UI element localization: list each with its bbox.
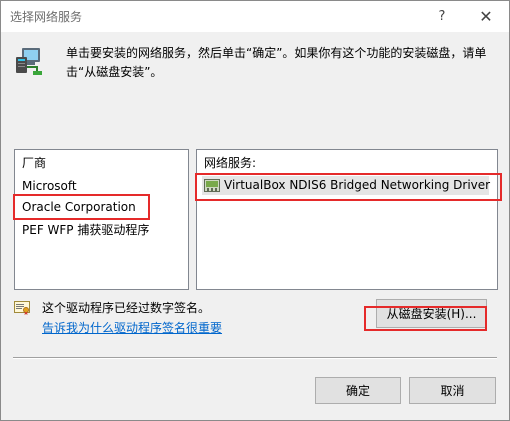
network-service-list-header: 网络服务: bbox=[204, 156, 257, 170]
manufacturer-list-header: 厂商 bbox=[22, 156, 47, 170]
signature-info-link[interactable]: 告诉我为什么驱动程序签名很重要 bbox=[42, 319, 222, 336]
help-button[interactable]: ? bbox=[419, 1, 465, 31]
select-network-service-dialog: 选择网络服务 ? ✕ 单击要安装的网络服务，然后单击“确定”。如果你有这个功能的… bbox=[0, 0, 510, 421]
title-bar: 选择网络服务 ? ✕ bbox=[1, 1, 509, 31]
network-adapter-icon bbox=[16, 48, 42, 75]
manufacturer-item-microsoft[interactable]: Microsoft bbox=[22, 179, 77, 193]
manufacturer-item-pef-wfp[interactable]: PEF WFP 捕获驱动程序 bbox=[22, 221, 149, 238]
highlight-box-service bbox=[195, 173, 502, 201]
dialog-divider bbox=[13, 357, 497, 359]
highlight-box-have-disk bbox=[364, 306, 487, 331]
network-service-list[interactable]: 网络服务: VirtualBox NDIS6 Bridged Networkin… bbox=[196, 149, 498, 290]
cancel-button[interactable]: 取消 bbox=[409, 377, 496, 404]
close-button[interactable]: ✕ bbox=[463, 1, 509, 31]
certificate-icon bbox=[14, 301, 30, 315]
ok-button[interactable]: 确定 bbox=[315, 377, 401, 404]
title-separator bbox=[1, 31, 509, 32]
window-title: 选择网络服务 bbox=[10, 10, 83, 24]
highlight-box-oracle bbox=[13, 194, 150, 220]
signature-status-text: 这个驱动程序已经过数字签名。 bbox=[42, 301, 211, 315]
instruction-text: 单击要安装的网络服务，然后单击“确定”。如果你有这个功能的安装磁盘，请单击“从磁… bbox=[66, 46, 487, 79]
